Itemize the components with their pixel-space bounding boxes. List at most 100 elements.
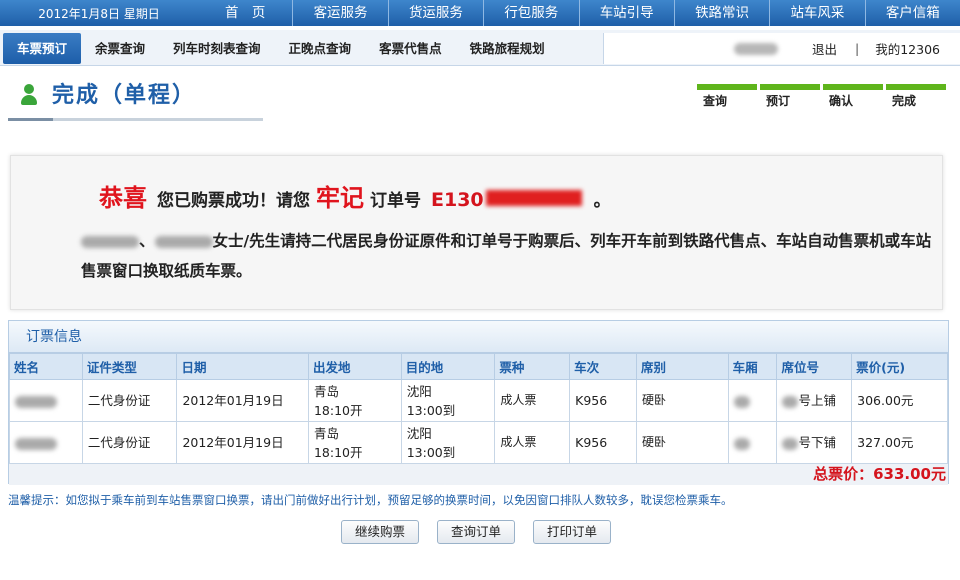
nav-luggage-service[interactable]: 行包服务 xyxy=(483,0,578,26)
passenger-name-redacted xyxy=(15,395,57,408)
arrival-time: 13:00到 xyxy=(406,444,456,460)
page-title: 完成（单程） xyxy=(52,83,197,108)
order-number-prefix: E130 xyxy=(431,189,484,211)
col-name: 姓名 xyxy=(9,353,83,380)
destination-cell: 沈阳 13:00到 xyxy=(400,421,496,464)
step-confirm: 确认 xyxy=(823,84,883,109)
congrats-text: 恭喜 xyxy=(99,184,147,212)
sub-tabs: 车票预订 余票查询 列车时刻表查询 正晚点查询 客票代售点 铁路旅程规划 xyxy=(3,33,559,64)
remember-text: 牢记 xyxy=(316,184,364,212)
departure-city: 青岛 xyxy=(313,383,339,399)
passenger-name-redacted xyxy=(15,437,57,450)
coach-cell xyxy=(727,421,778,464)
tab-ticket-booking[interactable]: 车票预订 xyxy=(3,33,82,64)
date-cell: 2012年01月19日 xyxy=(176,379,309,422)
seat-berth: 号下铺 xyxy=(798,435,836,450)
col-destination: 目的地 xyxy=(400,353,496,380)
step-done: 完成 xyxy=(886,84,946,109)
progress-steps: 查询 预订 确认 完成 xyxy=(697,84,946,109)
id-type-cell: 二代身份证 xyxy=(81,421,178,464)
query-order-button[interactable]: 查询订单 xyxy=(437,520,515,544)
nav-station-gallery[interactable]: 站车风采 xyxy=(769,0,864,26)
seat-no-cell: 号上铺 xyxy=(776,379,853,422)
coach-redacted xyxy=(733,437,750,450)
logout-link[interactable]: 退出 xyxy=(812,39,837,58)
order-info-header: 订票信息 xyxy=(9,321,948,353)
seat-berth: 号上铺 xyxy=(798,393,836,408)
col-id-type: 证件类型 xyxy=(81,353,178,380)
coach-redacted xyxy=(733,395,750,408)
passenger-name-cell xyxy=(9,421,83,464)
col-price: 票价(元) xyxy=(851,353,948,380)
nav-passenger-service[interactable]: 客运服务 xyxy=(292,0,387,26)
nav-home[interactable]: 首 页 xyxy=(198,0,292,26)
tab-trip-planner[interactable]: 铁路旅程规划 xyxy=(456,33,559,64)
order-number-redacted xyxy=(485,190,582,206)
destination-city: 沈阳 xyxy=(406,383,432,399)
notice-separator: 、 xyxy=(139,232,155,250)
warm-tip: 温馨提示：如您拟于乘车前到车站售票窗口换票，请出门前做好出行计划，预留足够的换票… xyxy=(8,493,733,507)
seat-class-cell: 硬卧 xyxy=(635,421,729,464)
table-header-row: 姓名 证件类型 日期 出发地 目的地 票种 车次 席别 车厢 席位号 票价(元) xyxy=(9,353,948,380)
order-table: 姓名 证件类型 日期 出发地 目的地 票种 车次 席别 车厢 席位号 票价(元)… xyxy=(9,353,948,464)
print-order-button[interactable]: 打印订单 xyxy=(533,520,611,544)
seat-number-redacted xyxy=(782,395,799,408)
coach-cell xyxy=(727,379,778,422)
title-underline xyxy=(8,118,263,121)
current-date: 2012年1月8日 星期日 xyxy=(38,6,160,21)
action-buttons: 继续购票 查询订单 打印订单 xyxy=(341,520,611,544)
ticket-type-cell: 成人票 xyxy=(494,421,571,464)
price-cell: 306.00元 xyxy=(851,379,948,422)
step-query: 查询 xyxy=(697,84,757,109)
period: 。 xyxy=(593,191,611,211)
nav-station-guide[interactable]: 车站引导 xyxy=(578,0,674,26)
purchase-success-text: 您已购票成功！请您 xyxy=(157,191,310,211)
page-header: 完成（单程） xyxy=(8,80,263,122)
destination-cell: 沈阳 13:00到 xyxy=(400,379,496,422)
exchange-notice: 、女士/先生请持二代居民身份证原件和订单号于购票后、列车开车前到铁路代售点、车站… xyxy=(81,226,941,286)
train-cell: K956 xyxy=(569,421,637,464)
my-account-link[interactable]: 我的12306 xyxy=(875,39,940,58)
col-departure: 出发地 xyxy=(307,353,402,380)
order-number-label: 订单号 xyxy=(370,191,421,211)
top-nav: 首 页 客运服务 货运服务 行包服务 车站引导 铁路常识 站车风采 客户信箱 xyxy=(198,0,960,26)
separator: | xyxy=(855,41,860,56)
tab-punctuality[interactable]: 正晚点查询 xyxy=(275,33,366,64)
price-cell: 327.00元 xyxy=(851,421,948,464)
nav-railway-knowledge[interactable]: 铁路常识 xyxy=(673,0,769,26)
id-type-cell: 二代身份证 xyxy=(81,379,178,422)
nav-freight-service[interactable]: 货运服务 xyxy=(387,0,483,26)
passenger-name-redacted xyxy=(81,235,139,248)
col-seat-class: 席别 xyxy=(635,353,729,380)
user-box: 退出 | 我的12306 xyxy=(603,33,960,64)
departure-cell: 青岛 18:10开 xyxy=(307,379,402,422)
top-bar: 2012年1月8日 星期日 首 页 客运服务 货运服务 行包服务 车站引导 铁路… xyxy=(0,0,960,26)
tab-timetable[interactable]: 列车时刻表查询 xyxy=(159,33,275,64)
departure-cell: 青岛 18:10开 xyxy=(307,421,402,464)
continue-booking-button[interactable]: 继续购票 xyxy=(341,520,419,544)
success-panel: 恭喜 您已购票成功！请您 牢记 订单号 E130 。 、女士/先生请持二代居民身… xyxy=(10,155,943,310)
seat-number-redacted xyxy=(782,437,799,450)
passenger-name-redacted xyxy=(154,235,213,248)
seat-class-cell: 硬卧 xyxy=(635,379,729,422)
departure-time: 18:10开 xyxy=(313,402,363,418)
col-date: 日期 xyxy=(176,353,309,380)
success-message: 恭喜 您已购票成功！请您 牢记 订单号 E130 。 xyxy=(99,178,611,213)
username-redacted xyxy=(734,42,778,55)
destination-city: 沈阳 xyxy=(406,425,432,441)
sub-nav-bar: 车票预订 余票查询 列车时刻表查询 正晚点查询 客票代售点 铁路旅程规划 退出 … xyxy=(0,30,960,66)
arrival-time: 13:00到 xyxy=(406,402,456,418)
table-row: 二代身份证 2012年01月19日 青岛 18:10开 沈阳 13:00到 成人票 … xyxy=(9,421,948,464)
col-coach: 车厢 xyxy=(727,353,778,380)
total-price: 总票价：633.00元 xyxy=(9,464,948,485)
tab-remaining-tickets[interactable]: 余票查询 xyxy=(81,33,159,64)
col-seat-no: 席位号 xyxy=(776,353,853,380)
passenger-name-cell xyxy=(9,379,83,422)
departure-time: 18:10开 xyxy=(313,444,363,460)
table-row: 二代身份证 2012年01月19日 青岛 18:10开 沈阳 13:00到 成人票 … xyxy=(9,379,948,422)
tab-agency-outlets[interactable]: 客票代售点 xyxy=(365,33,456,64)
order-info-box: 订票信息 姓名 证件类型 日期 出发地 目的地 票种 车次 席别 车厢 席位号 … xyxy=(8,320,949,485)
col-ticket-type: 票种 xyxy=(494,353,571,380)
person-icon xyxy=(20,84,38,106)
nav-customer-mailbox[interactable]: 客户信箱 xyxy=(864,0,960,26)
